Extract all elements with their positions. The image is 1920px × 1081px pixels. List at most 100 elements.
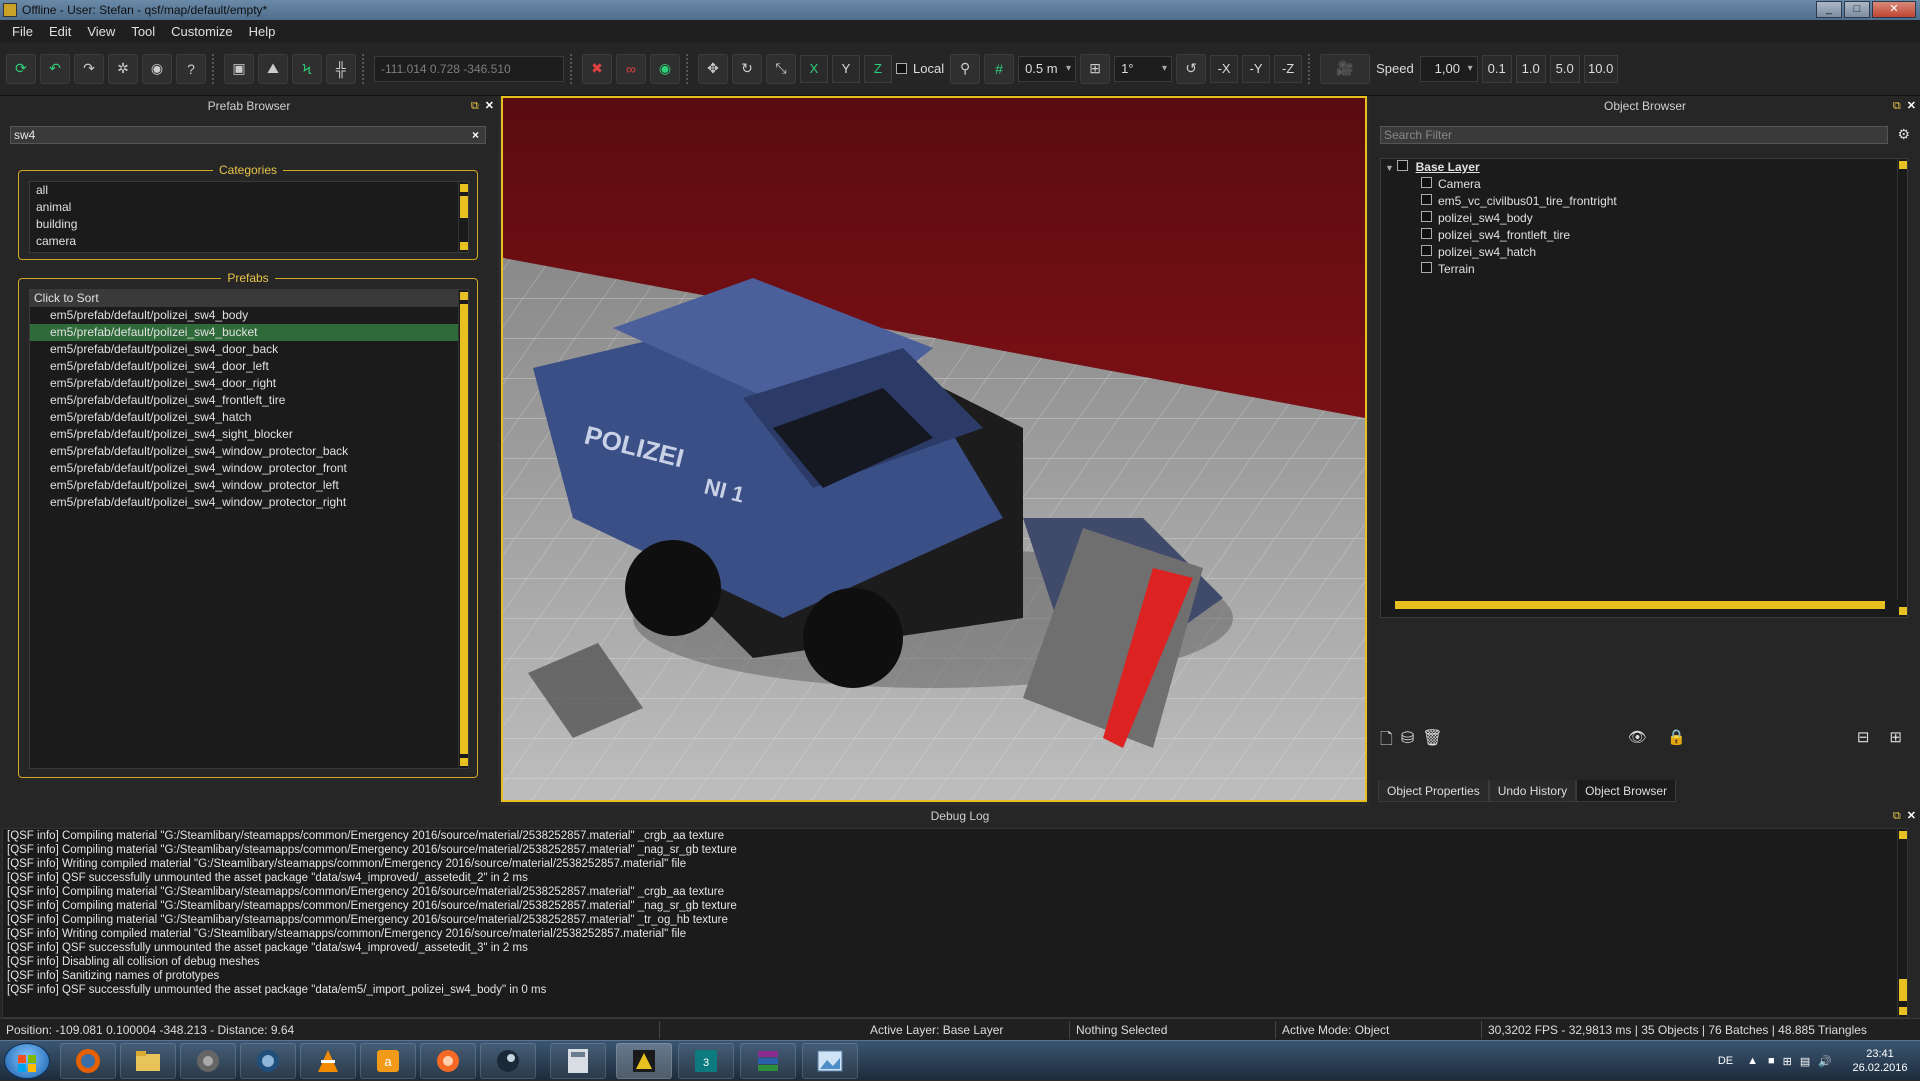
axis-x-button[interactable]: X: [800, 54, 828, 83]
move-icon[interactable]: ✥: [698, 53, 728, 84]
object-tree-scrollbar[interactable]: [1897, 159, 1907, 617]
expand-tree-icon[interactable]: ⊞: [1889, 728, 1902, 746]
speed-preset-0-1[interactable]: 0.1: [1481, 54, 1512, 83]
firefox-icon[interactable]: [60, 1043, 116, 1079]
emergency-editor-icon[interactable]: [616, 1043, 672, 1079]
sort-header[interactable]: Click to Sort: [30, 290, 468, 307]
prefab-list-item[interactable]: em5/prefab/default/polizei_sw4_frontleft…: [30, 392, 468, 409]
editor-icon[interactable]: [180, 1043, 236, 1079]
prefab-list-item[interactable]: em5/prefab/default/polizei_sw4_window_pr…: [30, 443, 468, 460]
image-viewer-icon[interactable]: [802, 1043, 858, 1079]
path-icon[interactable]: Ϟ: [292, 53, 322, 84]
speed-spinbox[interactable]: 1,00: [1419, 55, 1478, 82]
tray-app-icon[interactable]: ■: [1768, 1055, 1775, 1067]
object-checkbox[interactable]: [1421, 228, 1432, 239]
neg-y-button[interactable]: -Y: [1242, 54, 1271, 83]
axis-z-button[interactable]: Z: [864, 54, 892, 83]
menu-help[interactable]: Help: [241, 24, 284, 39]
coordinates-field[interactable]: -111.014 0.728 -346.510: [374, 55, 564, 82]
tab-object-browser[interactable]: Object Browser: [1576, 780, 1677, 802]
3dsmax-icon[interactable]: 3: [678, 1043, 734, 1079]
scroll-up-arrow[interactable]: [1899, 831, 1907, 839]
new-object-icon[interactable]: 🗋: [1380, 728, 1393, 755]
object-checkbox[interactable]: [1421, 245, 1432, 256]
winrar-icon[interactable]: [740, 1043, 796, 1079]
debug-log-scrollbar[interactable]: [1897, 829, 1907, 1017]
tree-object-row[interactable]: Camera: [1381, 176, 1907, 193]
steam-icon[interactable]: [480, 1043, 536, 1079]
snap-icon[interactable]: ╬: [326, 53, 356, 84]
tree-object-row[interactable]: em5_vc_civilbus01_tire_frontright: [1381, 193, 1907, 210]
object-checkbox[interactable]: [1421, 211, 1432, 222]
debug-log-output[interactable]: [QSF info] Compiling material "G:/Steaml…: [2, 828, 1908, 1018]
layer-checkbox[interactable]: [1397, 160, 1409, 171]
camera-icon[interactable]: 🎥: [1320, 53, 1371, 84]
clear-search-icon[interactable]: ×: [472, 127, 479, 143]
scroll-up-arrow[interactable]: [1899, 161, 1907, 169]
object-checkbox[interactable]: [1421, 194, 1432, 205]
reset-rotation-icon[interactable]: ↺: [1176, 53, 1207, 84]
origin-icon[interactable]: [420, 1043, 476, 1079]
settings-icon[interactable]: ✲: [108, 53, 138, 84]
prefab-list-item[interactable]: em5/prefab/default/polizei_sw4_window_pr…: [30, 477, 468, 494]
tree-object-row[interactable]: polizei_sw4_frontleft_tire: [1381, 227, 1907, 244]
prefab-list-item[interactable]: em5/prefab/default/polizei_sw4_hatch: [30, 409, 468, 426]
prefab-list-item[interactable]: em5/prefab/default/polizei_sw4_window_pr…: [30, 494, 468, 511]
prefab-list-item[interactable]: em5/prefab/default/polizei_sw4_bucket: [30, 324, 468, 341]
explorer-icon[interactable]: [120, 1043, 176, 1079]
speed-preset-10-0[interactable]: 10.0: [1583, 54, 1618, 83]
object-search-input[interactable]: Search Filter: [1380, 126, 1888, 144]
scroll-up-arrow[interactable]: [460, 292, 468, 300]
close-button[interactable]: ✕: [1872, 1, 1916, 18]
grid-size-select[interactable]: 0.5 m: [1018, 55, 1077, 82]
angle-snap-icon[interactable]: ⊞: [1080, 53, 1111, 84]
record-icon[interactable]: ◉: [142, 53, 172, 84]
category-item[interactable]: animal: [30, 199, 468, 216]
prefab-list-item[interactable]: em5/prefab/default/polizei_sw4_door_left: [30, 358, 468, 375]
terrain-icon[interactable]: ⛰: [258, 53, 288, 84]
delete-icon[interactable]: 🗑: [1422, 728, 1442, 755]
scroll-thumb[interactable]: [460, 304, 468, 754]
tab-undo-history[interactable]: Undo History: [1488, 780, 1577, 802]
speed-preset-1-0[interactable]: 1.0: [1515, 54, 1546, 83]
tree-layer-row[interactable]: ▼ Base Layer: [1381, 159, 1907, 176]
local-checkbox[interactable]: [896, 63, 907, 74]
angle-snap-select[interactable]: 1°: [1114, 55, 1173, 82]
snap-object-icon[interactable]: ⚲: [950, 53, 981, 84]
eye-icon[interactable]: 👁: [1628, 728, 1647, 746]
category-item[interactable]: camera: [30, 233, 468, 250]
scroll-up-arrow[interactable]: [460, 184, 468, 192]
3d-viewport[interactable]: POLIZEI NI 1: [501, 96, 1367, 802]
volume-icon[interactable]: 🔊: [1818, 1055, 1832, 1068]
scale-icon[interactable]: ⤡: [766, 53, 796, 84]
amazon-icon[interactable]: a: [360, 1043, 416, 1079]
undock-icon[interactable]: ⧉: [1893, 100, 1901, 112]
windows-flag-icon[interactable]: ⊞: [1783, 1055, 1792, 1068]
prefabs-scrollbar[interactable]: [458, 290, 468, 768]
start-button[interactable]: [4, 1043, 50, 1079]
hscroll-thumb[interactable]: [1395, 601, 1885, 609]
lock-icon[interactable]: 🔒: [1667, 728, 1686, 746]
scroll-down-arrow[interactable]: [460, 758, 468, 766]
undock-icon[interactable]: ⧉: [1893, 810, 1901, 822]
tree-object-row[interactable]: Terrain: [1381, 261, 1907, 278]
scroll-thumb[interactable]: [460, 196, 468, 218]
menu-view[interactable]: View: [79, 24, 123, 39]
debug-draw-icon[interactable]: ✖: [582, 53, 612, 84]
prefab-list-item[interactable]: em5/prefab/default/polizei_sw4_window_pr…: [30, 460, 468, 477]
speed-preset-5-0[interactable]: 5.0: [1549, 54, 1580, 83]
tree-object-row[interactable]: polizei_sw4_body: [1381, 210, 1907, 227]
neg-z-button[interactable]: -Z: [1274, 54, 1303, 83]
category-item[interactable]: all: [30, 182, 468, 199]
select-box-icon[interactable]: ▣: [224, 53, 254, 84]
object-checkbox[interactable]: [1421, 177, 1432, 188]
tab-object-properties[interactable]: Object Properties: [1378, 780, 1489, 802]
close-panel-icon[interactable]: ✕: [1907, 810, 1916, 822]
category-item[interactable]: building: [30, 216, 468, 233]
teamspeak-icon[interactable]: [240, 1043, 296, 1079]
refresh-icon[interactable]: ⟳: [6, 53, 36, 84]
close-panel-icon[interactable]: ✕: [485, 100, 494, 112]
tree-object-row[interactable]: polizei_sw4_hatch: [1381, 244, 1907, 261]
menu-edit[interactable]: Edit: [41, 24, 79, 39]
expand-arrow-icon[interactable]: ▼: [1385, 163, 1394, 173]
